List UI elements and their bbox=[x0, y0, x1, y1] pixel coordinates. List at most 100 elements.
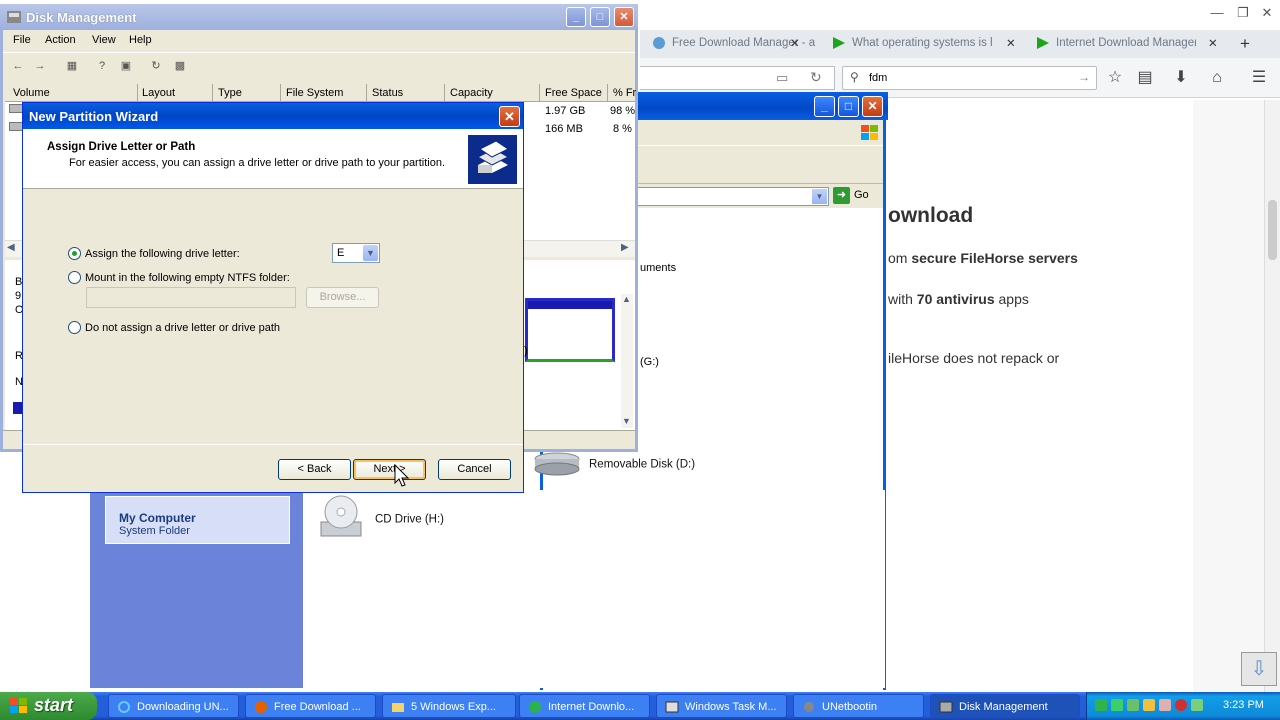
url-bar[interactable]: ▭ ↻ bbox=[640, 66, 835, 90]
help-icon[interactable]: ? bbox=[93, 57, 111, 75]
back-button[interactable]: < Back bbox=[278, 459, 351, 480]
unetbootin-icon bbox=[802, 700, 816, 714]
properties-icon[interactable]: ▦ bbox=[63, 57, 81, 75]
close-icon[interactable]: ✕ bbox=[499, 106, 520, 127]
mouse-cursor-icon bbox=[394, 463, 410, 491]
taskbar-item-unetbootin[interactable]: UNetbootin bbox=[793, 694, 924, 718]
scroll-thumb[interactable] bbox=[1268, 200, 1277, 260]
tray-network-icon[interactable] bbox=[1127, 699, 1139, 711]
search-input[interactable]: ⚲ fdm → bbox=[842, 66, 1097, 90]
drive-letter-select[interactable]: E ▼ bbox=[332, 243, 380, 263]
back-arrow-icon[interactable]: ← bbox=[9, 57, 27, 75]
step-description: For easier access, you can assign a driv… bbox=[69, 157, 446, 169]
new-tab-button[interactable]: + bbox=[1240, 34, 1260, 56]
scroll-right-icon[interactable]: ▶ bbox=[621, 242, 629, 253]
bookmark-star-icon[interactable]: ☆ bbox=[1104, 68, 1126, 88]
close-icon[interactable]: ✕ bbox=[1256, 3, 1278, 23]
menu-file[interactable]: File bbox=[13, 34, 31, 46]
mount-folder-radio[interactable] bbox=[68, 271, 81, 284]
taskbar-item-task-manager[interactable]: Windows Task M... bbox=[656, 694, 787, 718]
go-button[interactable]: ➜ Go bbox=[833, 187, 869, 204]
minimize-icon[interactable]: _ bbox=[566, 7, 586, 27]
scroll-up-icon[interactable]: ▲ bbox=[622, 294, 631, 304]
cancel-button[interactable]: Cancel bbox=[438, 459, 511, 480]
col-free-space[interactable]: Free Space bbox=[545, 87, 602, 99]
chevron-down-icon[interactable]: ▼ bbox=[363, 245, 378, 261]
clock[interactable]: 3:23 PM bbox=[1223, 699, 1264, 711]
tab-close-icon[interactable]: ✕ bbox=[1006, 36, 1026, 58]
browse-button[interactable]: Browse... bbox=[306, 287, 379, 308]
col-layout[interactable]: Layout bbox=[142, 87, 175, 99]
menu-action[interactable]: Action bbox=[45, 34, 76, 46]
next-button[interactable]: Next > bbox=[353, 459, 426, 480]
scroll-left-icon[interactable]: ◀ bbox=[7, 242, 15, 253]
partition-block[interactable]: ) bbox=[524, 298, 615, 362]
close-icon[interactable]: ✕ bbox=[614, 7, 634, 27]
tray-security-icon[interactable] bbox=[1143, 699, 1155, 711]
start-button[interactable]: start bbox=[0, 692, 97, 720]
maximize-icon[interactable]: □ bbox=[838, 96, 859, 117]
tray-volume-icon[interactable] bbox=[1159, 699, 1171, 711]
col-capacity[interactable]: Capacity bbox=[450, 87, 493, 99]
tab-close-icon[interactable]: ✕ bbox=[1208, 36, 1228, 58]
divider bbox=[23, 444, 523, 445]
tray-app-icon[interactable] bbox=[1191, 699, 1203, 711]
taskbar-item-disk-management[interactable]: Disk Management bbox=[930, 694, 1080, 718]
minimize-icon[interactable]: _ bbox=[814, 96, 835, 117]
forward-arrow-icon[interactable]: → bbox=[31, 57, 49, 75]
maximize-icon[interactable]: ❐ bbox=[1232, 3, 1254, 23]
menu-view[interactable]: View bbox=[92, 34, 116, 46]
scroll-down-button[interactable]: ⇩ bbox=[1241, 652, 1277, 686]
chevron-down-icon[interactable]: ▼ bbox=[812, 189, 827, 204]
col-file-system[interactable]: File System bbox=[286, 87, 343, 99]
tab-internet-download-manager[interactable]: Internet Download Manager bbox=[1036, 36, 1196, 58]
list-text: uments bbox=[640, 262, 677, 274]
downloads-icon[interactable]: ⬇ bbox=[1170, 68, 1192, 88]
tray-alert-icon[interactable] bbox=[1175, 699, 1187, 711]
home-icon[interactable]: ⌂ bbox=[1206, 68, 1228, 88]
windows-flag-icon bbox=[10, 698, 28, 714]
menu-bar: File Action View Help bbox=[3, 30, 635, 52]
folder-path-input[interactable] bbox=[86, 287, 296, 308]
details-panel: My Computer System Folder bbox=[105, 496, 290, 544]
rescan-icon[interactable]: ▩ bbox=[171, 57, 189, 75]
taskbar-item-downloading[interactable]: Downloading UN... bbox=[108, 694, 239, 718]
page-content: ownload om secure FileHorse servers with… bbox=[888, 100, 1193, 690]
tab-close-icon[interactable]: ✕ bbox=[790, 36, 810, 58]
page-scrollbar[interactable]: ⇩ bbox=[1241, 100, 1280, 692]
minimize-icon[interactable]: — bbox=[1206, 3, 1228, 23]
menu-icon[interactable]: ☰ bbox=[1248, 68, 1270, 88]
col-volume[interactable]: Volume bbox=[13, 87, 50, 99]
menu-help[interactable]: Help bbox=[129, 34, 152, 46]
drive-cd-h[interactable]: CD Drive (H:) bbox=[317, 494, 444, 545]
no-drive-letter-radio[interactable] bbox=[68, 321, 81, 334]
reader-view-icon[interactable]: ▭ bbox=[776, 70, 788, 86]
vertical-scrollbar[interactable]: ▲ ▼ bbox=[621, 294, 633, 428]
play-icon bbox=[832, 36, 846, 50]
tab-operating-systems[interactable]: What operating systems is h bbox=[832, 36, 992, 58]
taskbar-item-internet-download[interactable]: Internet Downlo... bbox=[519, 694, 650, 718]
reload-icon[interactable]: ↻ bbox=[810, 69, 822, 86]
mount-folder-label[interactable]: Mount in the following empty NTFS folder… bbox=[85, 272, 290, 284]
details-subtitle: System Folder bbox=[119, 525, 190, 537]
assign-drive-letter-radio[interactable] bbox=[68, 247, 81, 260]
col-type[interactable]: Type bbox=[218, 87, 242, 99]
page-text-3: ileHorse does not repack or bbox=[888, 350, 1060, 366]
scroll-down-icon[interactable]: ▼ bbox=[622, 416, 631, 426]
go-arrow-icon: ➜ bbox=[833, 187, 850, 204]
maximize-icon[interactable]: □ bbox=[590, 7, 610, 27]
search-go-icon[interactable]: → bbox=[1078, 70, 1090, 84]
tray-app-icon[interactable] bbox=[1095, 699, 1107, 711]
tray-app-icon[interactable] bbox=[1111, 699, 1123, 711]
taskbar-item-windows-explorer[interactable]: 5 Windows Exp... bbox=[382, 694, 516, 718]
taskbar-item-free-download[interactable]: Free Download ... bbox=[245, 694, 376, 718]
col-status[interactable]: Status bbox=[372, 87, 403, 99]
close-icon[interactable]: ✕ bbox=[862, 96, 883, 117]
library-icon[interactable]: ▤ bbox=[1134, 68, 1156, 88]
view-icon[interactable]: ▣ bbox=[117, 57, 135, 75]
col-percent-free[interactable]: % Fr bbox=[613, 87, 636, 99]
no-drive-letter-label[interactable]: Do not assign a drive letter or drive pa… bbox=[85, 322, 280, 334]
drive-removable-d[interactable]: Removable Disk (D:) bbox=[533, 450, 695, 479]
assign-drive-letter-label[interactable]: Assign the following drive letter: bbox=[85, 248, 240, 260]
refresh-icon[interactable]: ↻ bbox=[147, 57, 165, 75]
